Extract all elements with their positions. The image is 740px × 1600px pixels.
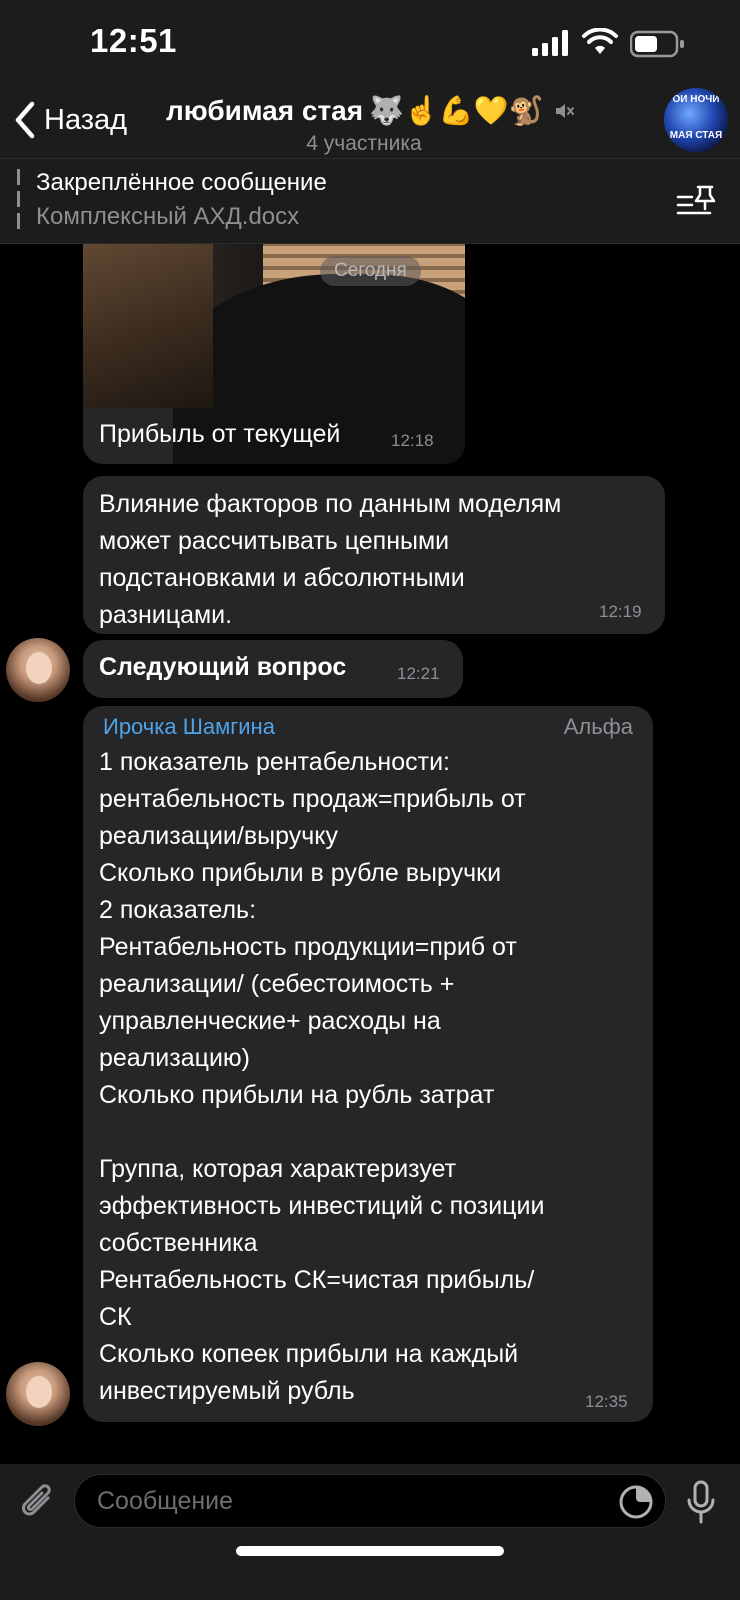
date-separator: Сегодня	[320, 256, 421, 286]
message-text: Влияние факторов по данным моделям может…	[99, 490, 562, 629]
avatar-face	[26, 652, 52, 684]
members-count: 4 участника	[306, 132, 422, 155]
message-bubble[interactable]: Следующий вопрос 12:21	[83, 640, 463, 698]
message-list[interactable]: Прибыль от текущей 12:18 Сегодня Влияние…	[0, 244, 740, 1464]
battery-icon	[630, 30, 684, 58]
message-bubble[interactable]: Влияние факторов по данным моделям может…	[83, 476, 665, 634]
chat-title[interactable]: любимая стая 🐺☝️💪💛🐒	[166, 94, 575, 127]
muted-icon	[556, 103, 575, 118]
paperclip-icon[interactable]	[18, 1482, 58, 1526]
message-time: 12:18	[391, 431, 434, 450]
message-input[interactable]	[74, 1474, 666, 1528]
sender-name[interactable]: Ирочка Шамгина	[103, 714, 275, 740]
message-bubble-forwarded[interactable]: Ирочка Шамгина Альфа 1 показатель рентаб…	[83, 706, 653, 1422]
signal-icon	[532, 30, 568, 56]
status-bar: 12:51	[0, 0, 740, 88]
avatar-caption-top: ОИ НОЧИ	[672, 94, 720, 105]
avatar-caption-bottom: МАЯ СТАЯ	[669, 130, 723, 141]
wifi-icon	[582, 28, 618, 54]
sticker-icon[interactable]	[618, 1484, 654, 1520]
sender-avatar[interactable]	[6, 638, 70, 702]
title-emojis: 🐺☝️💪💛🐒	[369, 95, 544, 126]
message-text: Следующий вопрос	[99, 653, 347, 681]
composer	[0, 1464, 740, 1600]
group-avatar[interactable]: ОИ НОЧИ МАЯ СТАЯ	[664, 88, 728, 152]
home-indicator	[236, 1546, 504, 1556]
pinned-list-icon[interactable]	[676, 183, 716, 219]
sender-tag: Альфа	[563, 714, 633, 739]
message-text: 1 показатель рентабельности: рентабельно…	[99, 748, 545, 1405]
pinned-title: Закреплённое сообщение	[36, 169, 327, 196]
pinned-text: Комплексный АХД.docx	[36, 203, 300, 230]
sender-avatar[interactable]	[6, 1362, 70, 1426]
message-text: Прибыль от текущей	[99, 420, 341, 448]
message-time: 12:35	[585, 1392, 628, 1411]
pinned-message-bar[interactable]: Закреплённое сообщение Комплексный АХД.d…	[0, 158, 740, 244]
message-time: 12:19	[599, 602, 642, 621]
pinned-indicator	[17, 169, 20, 233]
message-time: 12:21	[397, 664, 440, 683]
avatar-face	[26, 1376, 52, 1408]
chat-title-text: любимая стая	[166, 94, 364, 126]
status-time: 12:51	[90, 22, 177, 59]
photo-hair	[83, 244, 213, 408]
microphone-icon[interactable]	[686, 1480, 716, 1524]
chat-header: Назад любимая стая 🐺☝️💪💛🐒 4 участника ОИ…	[0, 88, 740, 158]
